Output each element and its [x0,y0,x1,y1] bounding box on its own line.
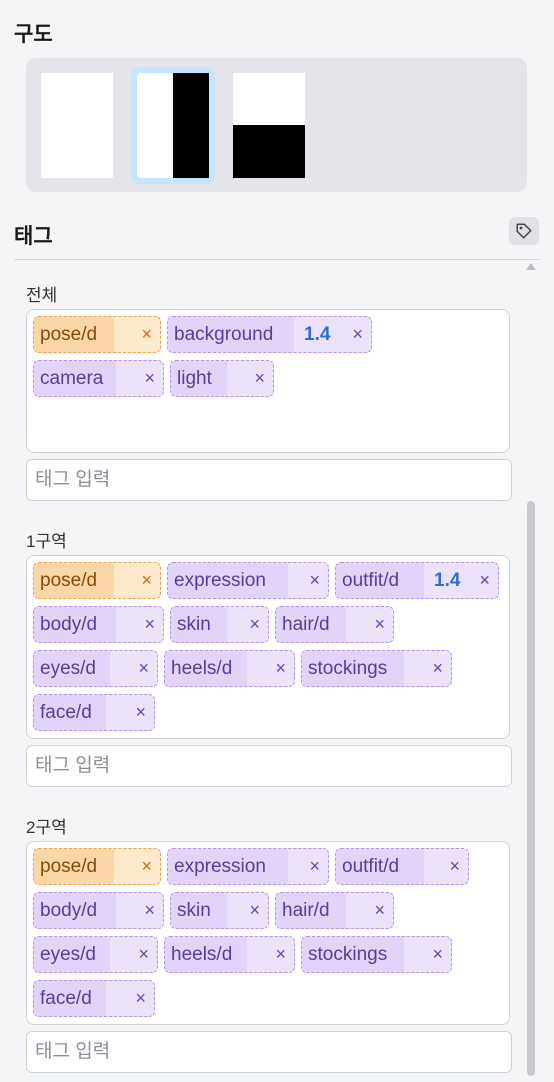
tag-chip-label: body/d [34,607,116,642]
tag-chip[interactable]: heels/d × [164,650,295,687]
remove-tag-icon[interactable]: × [144,368,155,389]
remove-tag-icon[interactable]: × [449,856,460,877]
tag-chip[interactable]: outfit/d 1.4 × [335,562,499,599]
tag-weight-value[interactable]: 1.4 [434,570,460,592]
layout-right-region [173,73,209,178]
tag-chip[interactable]: expression × [167,562,329,599]
tag-chip-label: stockings [302,651,404,686]
tag-chip-label: eyes/d [34,651,110,686]
remove-tag-icon[interactable]: × [144,614,155,635]
remove-tag-icon[interactable]: × [138,658,149,679]
tag-chip-label: hair/d [276,607,346,642]
remove-tag-icon[interactable]: × [144,900,155,921]
tags-scrollbar[interactable] [524,261,538,1082]
tag-chip-label: outfit/d [336,563,424,598]
tag-chip-label: background [168,317,294,352]
tag-chip[interactable]: heels/d × [164,936,295,973]
remove-tag-icon[interactable]: × [135,702,146,723]
tag-chip[interactable]: expression × [167,848,329,885]
tag-input[interactable] [26,745,512,787]
remove-tag-icon[interactable]: × [138,944,149,965]
tag-chip-label: heels/d [165,937,247,972]
remove-tag-icon[interactable]: × [141,570,152,591]
composition-options [26,58,527,192]
remove-tag-icon[interactable]: × [374,900,385,921]
tag-chip[interactable]: skin × [170,892,269,929]
tag-chip[interactable]: outfit/d × [335,848,469,885]
remove-tag-icon[interactable]: × [374,614,385,635]
layout-bottom-region [233,125,305,178]
tag-chip[interactable]: light × [170,360,274,397]
tag-chip-label: camera [34,361,116,396]
tag-chip[interactable]: pose/d × [33,848,161,885]
tag-chip-label: pose/d [34,563,114,598]
remove-tag-icon[interactable]: × [249,614,260,635]
scroll-thumb[interactable] [527,501,535,1076]
tag-chip-label: stockings [302,937,404,972]
tag-chip[interactable]: skin × [170,606,269,643]
tag-chip-label: pose/d [34,317,114,352]
tag-chip-label: body/d [34,893,116,928]
tag-chip[interactable]: eyes/d × [33,936,158,973]
remove-tag-icon[interactable]: × [432,944,443,965]
tag-input[interactable] [26,459,512,501]
remove-tag-icon[interactable]: × [135,988,146,1009]
tag-input[interactable] [26,1031,512,1073]
layout-option-split-vertical[interactable] [131,67,215,184]
tag-chip-label: heels/d [165,651,247,686]
remove-tag-icon[interactable]: × [432,658,443,679]
tag-icon [516,223,532,239]
tag-chip[interactable]: stockings × [301,650,452,687]
tag-chip[interactable]: background 1.4 × [167,316,372,353]
tag-chip[interactable]: hair/d × [275,892,394,929]
layout-option-split-horizontal[interactable] [233,73,305,178]
tag-section-label: 전체 [26,286,58,305]
tag-chip[interactable]: hair/d × [275,606,394,643]
remove-tag-icon[interactable]: × [275,944,286,965]
remove-tag-icon[interactable]: × [352,324,363,345]
tag-chip-label: hair/d [276,893,346,928]
tag-chip-label: face/d [34,981,106,1016]
scroll-up-arrow-icon[interactable] [526,263,536,270]
tag-weight-value[interactable]: 1.4 [304,324,330,346]
tag-chip-label: expression [168,563,288,598]
tag-chip-label: expression [168,849,288,884]
tag-chip-label: eyes/d [34,937,110,972]
remove-tag-icon[interactable]: × [309,856,320,877]
tag-chip[interactable]: eyes/d × [33,650,158,687]
tag-chip-label: outfit/d [336,849,424,884]
tag-chip[interactable]: pose/d × [33,562,161,599]
layout-option-full[interactable] [41,73,113,178]
tag-settings-button[interactable] [509,217,539,245]
remove-tag-icon[interactable]: × [309,570,320,591]
remove-tag-icon[interactable]: × [141,856,152,877]
tag-chip[interactable]: body/d × [33,892,164,929]
tag-section-label: 1구역 [26,532,67,551]
tag-chip-label: light [171,361,227,396]
remove-tag-icon[interactable]: × [275,658,286,679]
remove-tag-icon[interactable]: × [254,368,265,389]
tag-chip-label: face/d [34,695,106,730]
tag-chip-label: skin [171,607,227,642]
remove-tag-icon[interactable]: × [479,570,490,591]
tags-divider [14,259,540,260]
tag-chip-label: skin [171,893,227,928]
tag-chip[interactable]: pose/d × [33,316,161,353]
tags-title: 태그 [14,225,53,248]
remove-tag-icon[interactable]: × [249,900,260,921]
tag-section-label: 2구역 [26,818,67,837]
remove-tag-icon[interactable]: × [141,324,152,345]
tag-chip-label: pose/d [34,849,114,884]
tag-chip[interactable]: body/d × [33,606,164,643]
tag-chip[interactable]: face/d × [33,694,155,731]
tag-chip[interactable]: face/d × [33,980,155,1017]
composition-title: 구도 [14,23,53,46]
tag-chip[interactable]: camera × [33,360,164,397]
tag-chip[interactable]: stockings × [301,936,452,973]
